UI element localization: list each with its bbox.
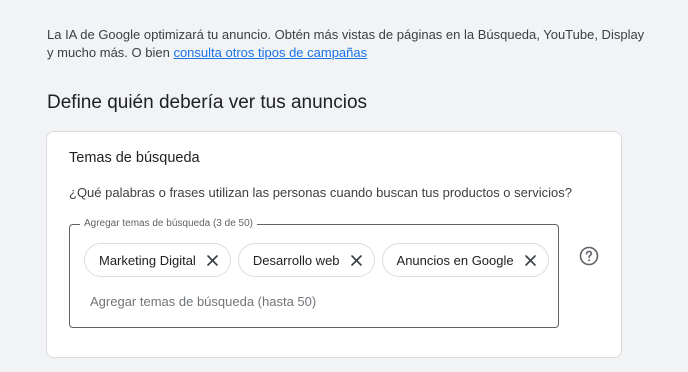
card-question: ¿Qué palabras o frases utilizan las pers…	[69, 185, 572, 200]
chip-marketing-digital: Marketing Digital	[84, 243, 231, 277]
other-campaign-types-link[interactable]: consulta otros tipos de campañas	[173, 45, 367, 60]
close-icon[interactable]	[348, 251, 366, 269]
close-icon[interactable]	[204, 251, 222, 269]
chip-desarrollo-web: Desarrollo web	[237, 243, 375, 277]
chip-list: Marketing Digital Desarrollo web Anuncio…	[84, 243, 549, 277]
close-icon[interactable]	[522, 251, 540, 269]
card-title: Temas de búsqueda	[69, 150, 200, 166]
section-title: Define quién debería ver tus anuncios	[47, 92, 368, 113]
search-themes-card: Temas de búsqueda ¿Qué palabras o frases…	[46, 131, 622, 358]
chip-label: Anuncios en Google	[396, 252, 514, 268]
intro-text: La IA de Google optimizará tu anuncio. O…	[47, 26, 647, 62]
help-circle-icon[interactable]	[579, 246, 599, 266]
search-themes-field[interactable]: Agregar temas de búsqueda (3 de 50) Mark…	[69, 217, 559, 328]
chip-label: Desarrollo web	[252, 252, 340, 268]
search-theme-input[interactable]	[90, 291, 530, 311]
field-legend: Agregar temas de búsqueda (3 de 50)	[80, 217, 257, 231]
chip-anuncios-en-google: Anuncios en Google	[381, 243, 549, 277]
chip-label: Marketing Digital	[99, 252, 196, 268]
